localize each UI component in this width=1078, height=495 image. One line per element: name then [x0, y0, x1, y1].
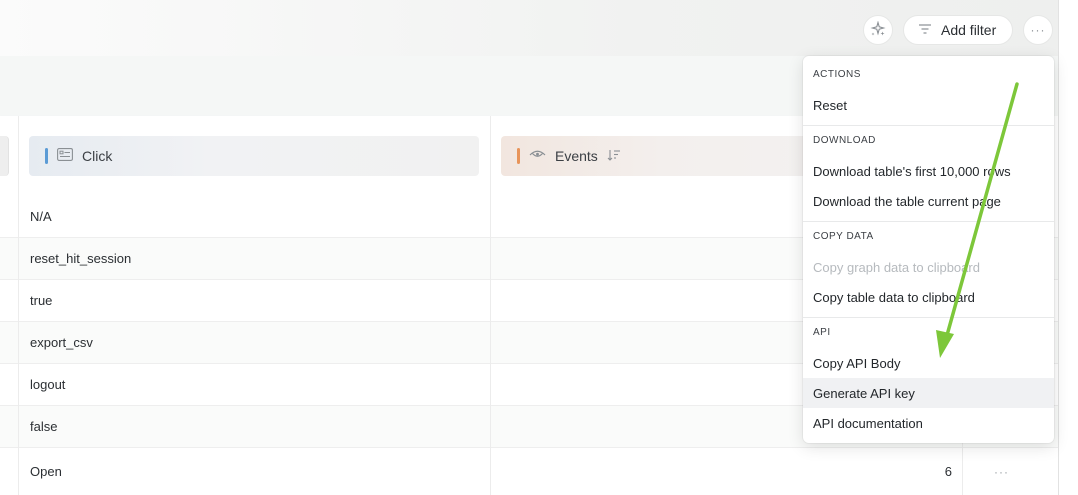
table-row[interactable]: Open 6 ··· [0, 448, 1058, 495]
add-filter-button[interactable]: Add filter [903, 15, 1013, 45]
column-divider [18, 116, 19, 495]
row-events-count: 6 [944, 464, 952, 479]
sparkle-icon [870, 19, 886, 40]
menu-item-copy-graph-data: Copy graph data to clipboard [803, 252, 1054, 282]
list-card-icon [57, 148, 73, 164]
column-accent-bar [45, 148, 48, 164]
more-dots-icon: ··· [1030, 23, 1046, 37]
menu-divider [803, 317, 1054, 318]
row-more-icon[interactable]: ··· [994, 465, 1009, 479]
column-header-events[interactable]: Events [501, 136, 821, 176]
sort-desc-icon[interactable] [607, 148, 621, 164]
menu-item-label: Download table's first 10,000 rows [813, 163, 1011, 179]
ai-assist-button[interactable] [863, 15, 893, 45]
column-header-label: Click [82, 148, 113, 164]
row-label: export_csv [30, 335, 93, 350]
menu-item-label: Copy table data to clipboard [813, 289, 975, 305]
row-label: true [30, 293, 53, 308]
menu-item-label: Copy graph data to clipboard [813, 259, 980, 275]
menu-section-copy-data: COPY DATA [813, 231, 874, 242]
row-label: Open [30, 464, 62, 479]
menu-item-download-first-rows[interactable]: Download table's first 10,000 rows [803, 156, 1054, 186]
menu-item-label: API documentation [813, 415, 923, 431]
menu-item-reset[interactable]: Reset [803, 90, 1054, 120]
menu-item-copy-table-data[interactable]: Copy table data to clipboard [803, 282, 1054, 312]
menu-section-actions: ACTIONS [813, 69, 861, 80]
menu-item-copy-api-body[interactable]: Copy API Body [803, 348, 1054, 378]
row-label: reset_hit_session [30, 251, 132, 266]
menu-item-label: Generate API key [813, 385, 915, 401]
menu-item-download-current-page[interactable]: Download the table current page [803, 186, 1054, 216]
menu-section-api: API [813, 327, 831, 338]
column-header-click[interactable]: Click [29, 136, 479, 176]
menu-item-api-documentation[interactable]: API documentation [803, 408, 1054, 438]
filter-lines-icon [918, 22, 932, 38]
more-options-menu: ACTIONS Reset DOWNLOAD Download table's … [803, 56, 1054, 443]
row-label: N/A [30, 209, 52, 224]
column-divider [490, 116, 491, 495]
add-filter-label: Add filter [941, 22, 997, 38]
column-header-label: Events [555, 148, 598, 164]
row-label: false [30, 419, 58, 434]
column-accent-bar [517, 148, 520, 164]
menu-divider [803, 125, 1054, 126]
menu-item-label: Copy API Body [813, 355, 901, 371]
scrollbar[interactable] [1058, 0, 1078, 495]
eye-icon [529, 148, 546, 164]
top-toolbar [0, 0, 1058, 56]
menu-item-label: Download the table current page [813, 193, 1001, 209]
more-options-button[interactable]: ··· [1023, 15, 1053, 45]
menu-item-generate-api-key[interactable]: Generate API key [803, 378, 1054, 408]
menu-item-label: Reset [813, 97, 847, 113]
previous-column-header[interactable] [0, 136, 9, 176]
row-label: logout [30, 377, 66, 392]
menu-divider [803, 221, 1054, 222]
menu-section-download: DOWNLOAD [813, 135, 876, 146]
